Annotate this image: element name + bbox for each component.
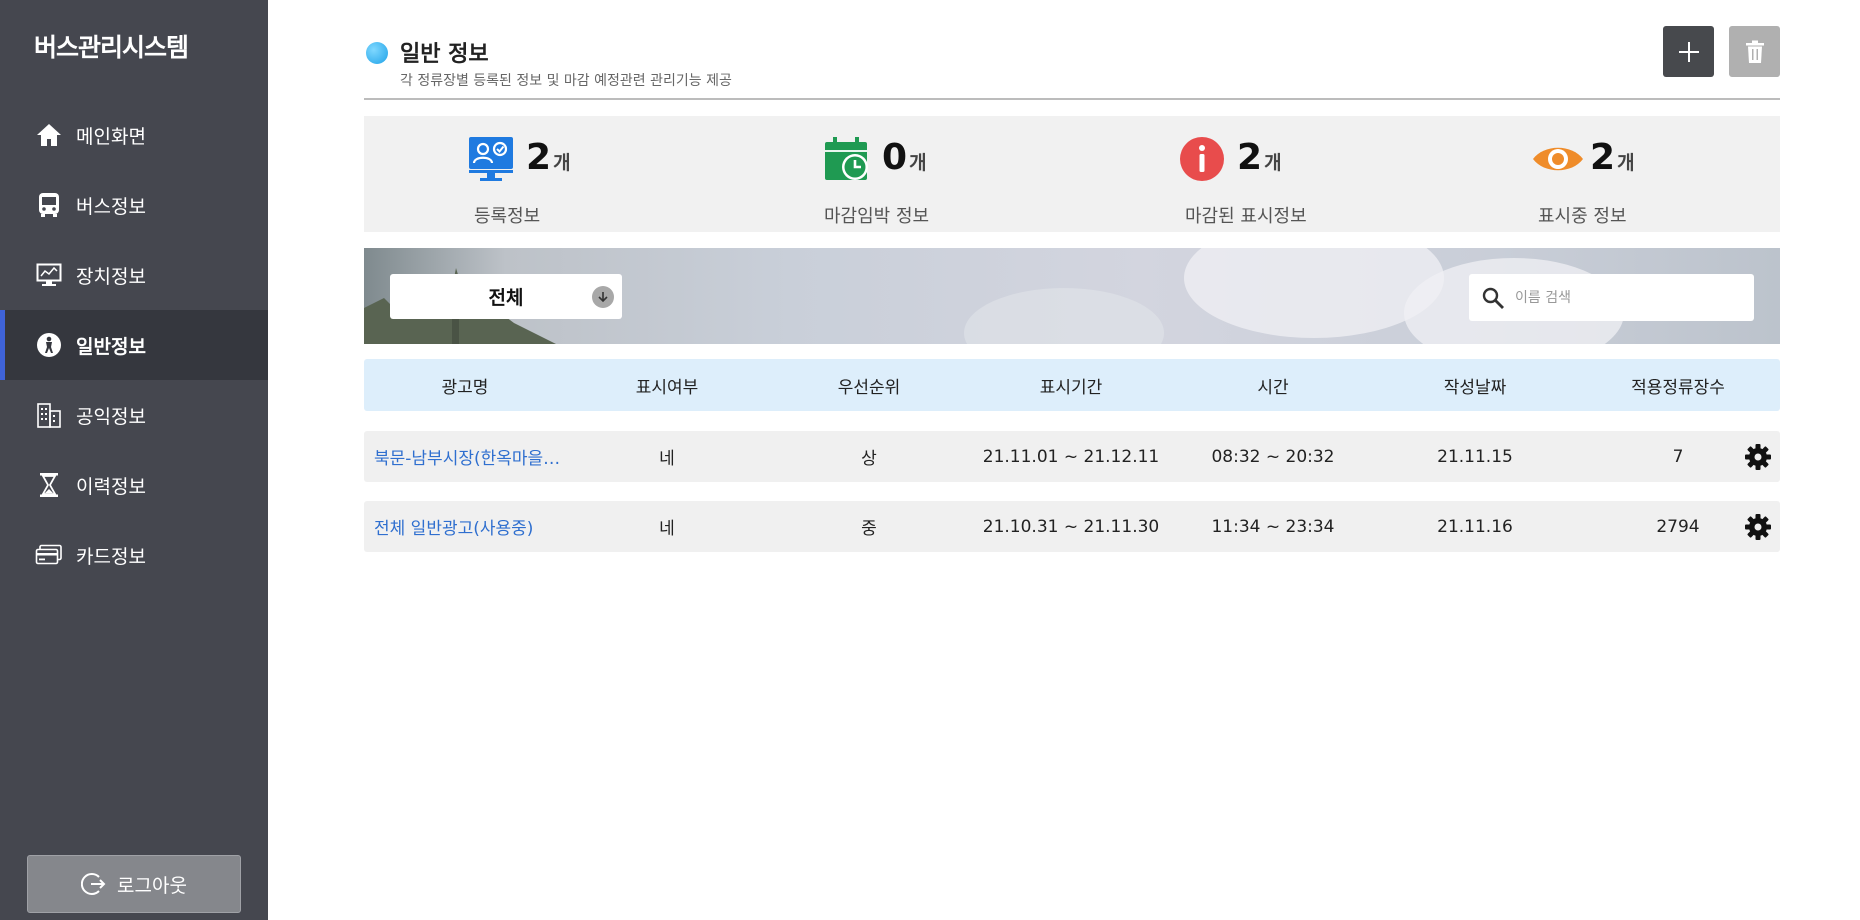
sidebar-item-bus[interactable]: 버스정보 xyxy=(0,170,268,240)
search-icon xyxy=(1482,287,1504,309)
sidebar: 버스관리시스템 메인화면 버스정보 장치정보 일반정보 공익정보 이력정보 카드… xyxy=(0,0,268,920)
sidebar-item-public[interactable]: 공익정보 xyxy=(0,380,268,450)
home-icon xyxy=(34,120,64,150)
search-box xyxy=(1469,274,1754,321)
background-cloud xyxy=(1184,248,1444,338)
stat-expiring: 0개 마감임박 정보 xyxy=(824,136,1074,227)
sidebar-item-label: 공익정보 xyxy=(76,405,146,428)
main-content: 일반 정보 각 정류장별 등록된 정보 및 마감 예정관련 관리기능 제공 2개… xyxy=(268,0,1860,920)
eye-icon xyxy=(1533,147,1583,171)
table-cell: 상 xyxy=(861,449,877,469)
table-cell: 21.11.01 ~ 21.12.11 xyxy=(982,446,1160,467)
table-cell: 21.11.15 xyxy=(1437,446,1513,467)
registered-monitor-icon xyxy=(469,137,513,181)
card-icon xyxy=(34,540,64,570)
table-cell: 21.10.31 ~ 21.11.30 xyxy=(982,516,1160,537)
ad-name-link[interactable]: 북문-남부시장(한옥마을… xyxy=(364,444,566,469)
add-button[interactable] xyxy=(1663,26,1714,77)
hourglass-icon xyxy=(34,470,64,500)
info-icon xyxy=(1180,137,1224,181)
person-circle-icon xyxy=(34,330,64,360)
column-header[interactable]: 우선순위 xyxy=(768,373,970,398)
sidebar-item-label: 버스정보 xyxy=(76,195,146,218)
stat-value: 0 xyxy=(882,137,908,178)
sidebar-item-label: 장치정보 xyxy=(76,265,146,288)
table-header: 광고명 표시여부 우선순위 표시기간 시간 작성날짜 적용정류장수 xyxy=(364,359,1780,411)
stat-displaying: 2개 표시중 정보 xyxy=(1532,136,1782,227)
stat-value: 2 xyxy=(1590,137,1616,178)
table-row[interactable]: 전체 일반광고(사용중) 네 중 21.10.31 ~ 21.11.30 11:… xyxy=(364,501,1780,552)
sidebar-item-card[interactable]: 카드정보 xyxy=(0,520,268,590)
app-logo: 버스관리시스템 xyxy=(34,33,189,62)
stat-value: 2 xyxy=(1237,137,1263,178)
page-header: 일반 정보 각 정류장별 등록된 정보 및 마감 예정관련 관리기능 제공 xyxy=(364,20,1780,100)
table-cell: 08:32 ~ 20:32 xyxy=(1211,446,1335,467)
stat-value: 2 xyxy=(526,137,552,178)
stat-unit: 개 xyxy=(1264,152,1282,174)
column-header[interactable]: 광고명 xyxy=(364,373,566,398)
filter-bar: 전체 xyxy=(364,248,1780,344)
stat-unit: 개 xyxy=(553,152,571,174)
sidebar-item-device[interactable]: 장치정보 xyxy=(0,240,268,310)
gear-icon[interactable] xyxy=(1744,443,1772,471)
page-title: 일반 정보 xyxy=(400,42,489,67)
sidebar-item-main[interactable]: 메인화면 xyxy=(0,100,268,170)
logout-label: 로그아웃 xyxy=(117,874,187,897)
calendar-clock-icon xyxy=(825,137,868,180)
table-cell: 네 xyxy=(659,449,675,469)
sidebar-item-label: 이력정보 xyxy=(76,475,146,498)
page-subtitle: 각 정류장별 등록된 정보 및 마감 예정관련 관리기능 제공 xyxy=(400,73,732,89)
stat-unit: 개 xyxy=(1617,152,1635,174)
stat-closed: 2개 마감된 표시정보 xyxy=(1179,136,1429,227)
arrow-down-icon xyxy=(592,286,614,308)
logout-icon xyxy=(81,873,106,895)
gear-icon[interactable] xyxy=(1744,513,1772,541)
stat-registered: 2개 등록정보 xyxy=(468,136,718,227)
sidebar-item-history[interactable]: 이력정보 xyxy=(0,450,268,520)
delete-button[interactable] xyxy=(1729,26,1780,77)
table-cell: 중 xyxy=(861,519,877,539)
search-input[interactable] xyxy=(1515,289,1735,306)
bus-icon xyxy=(34,190,64,220)
sidebar-nav: 메인화면 버스정보 장치정보 일반정보 공익정보 이력정보 카드정보 xyxy=(0,100,268,590)
category-select[interactable]: 전체 xyxy=(390,274,622,319)
table-cell: 11:34 ~ 23:34 xyxy=(1211,516,1335,537)
background-cloud xyxy=(964,288,1164,344)
trash-icon xyxy=(1745,40,1764,63)
sidebar-item-label: 카드정보 xyxy=(76,545,146,568)
sidebar-item-label: 일반정보 xyxy=(76,335,146,358)
app-root: 버스관리시스템 메인화면 버스정보 장치정보 일반정보 공익정보 이력정보 카드… xyxy=(0,0,1860,920)
category-select-value: 전체 xyxy=(488,287,524,309)
stat-label: 마감임박 정보 xyxy=(824,206,930,227)
building-icon xyxy=(34,400,64,430)
sidebar-item-label: 메인화면 xyxy=(76,125,146,148)
column-header[interactable]: 작성날짜 xyxy=(1374,373,1576,398)
column-header[interactable]: 표시여부 xyxy=(566,373,768,398)
stat-label: 표시중 정보 xyxy=(1538,206,1627,227)
monitor-icon xyxy=(34,260,64,290)
column-header[interactable]: 표시기간 xyxy=(970,373,1172,398)
stat-unit: 개 xyxy=(909,152,927,174)
table-row[interactable]: 북문-남부시장(한옥마을… 네 상 21.11.01 ~ 21.12.11 08… xyxy=(364,431,1780,482)
sidebar-item-general[interactable]: 일반정보 xyxy=(0,310,268,380)
title-dot-icon xyxy=(366,42,388,64)
logout-button[interactable]: 로그아웃 xyxy=(27,855,241,913)
table-cell: 21.11.16 xyxy=(1437,516,1513,537)
column-header[interactable]: 시간 xyxy=(1172,373,1374,398)
table-cell: 네 xyxy=(659,519,675,539)
ad-name-link[interactable]: 전체 일반광고(사용중) xyxy=(364,514,566,539)
stat-label: 등록정보 xyxy=(474,206,541,227)
stats-panel: 2개 등록정보 0개 마감임박 정보 2개 마감된 표시정보 2개 표시중 정보 xyxy=(364,116,1780,232)
plus-icon xyxy=(1678,41,1699,62)
column-header[interactable]: 적용정류장수 xyxy=(1576,373,1780,398)
stat-label: 마감된 표시정보 xyxy=(1185,206,1307,227)
